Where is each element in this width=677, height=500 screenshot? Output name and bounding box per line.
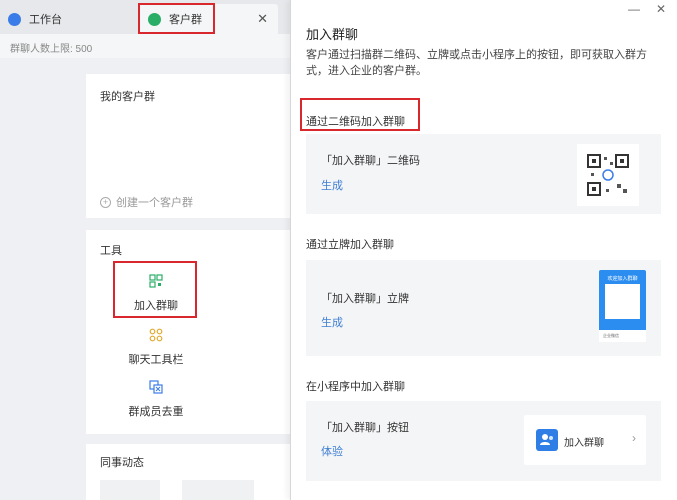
tab-close-icon[interactable]: ✕ (257, 12, 268, 25)
workbench-icon (8, 12, 21, 26)
qr-code-icon (587, 154, 629, 196)
tool-dedupe-members[interactable]: 群成员去重 (116, 380, 196, 419)
miniprogram-button-preview: 加入群聊 › (524, 415, 646, 465)
section-miniprogram-title: 在小程序中加入群聊 (306, 381, 405, 393)
tab-workbench[interactable]: 工作台 (8, 4, 62, 34)
standee-option-card: 「加入群聊」立牌 生成 欢迎加入群聊 企业微信 (306, 260, 661, 356)
qr-generate-link[interactable]: 生成 (321, 177, 343, 193)
qr-option-name: 「加入群聊」二维码 (321, 155, 420, 167)
chevron-right-icon: › (632, 431, 636, 445)
dedupe-icon (149, 380, 163, 394)
close-icon[interactable]: ✕ (656, 2, 666, 16)
colleague-feed-card: 同事动态 (86, 444, 290, 500)
miniprogram-button-label: 加入群聊 (564, 438, 604, 449)
colleague-feed-title: 同事动态 (100, 457, 144, 469)
qr-code-preview (577, 144, 639, 206)
standee-footer: 企业微信 (599, 330, 646, 342)
standee-heading: 欢迎加入群聊 (607, 276, 638, 282)
my-groups-card: 我的客户群 + 创建一个客户群 (86, 74, 290, 218)
plus-circle-icon: + (100, 196, 111, 208)
standee-qr-icon (605, 284, 640, 319)
panel-description: 客户通过扫描群二维码、立牌或点击小程序上的按钮，即可获取入群方式，进入企业的客户… (306, 49, 647, 77)
standee-preview: 欢迎加入群聊 企业微信 (599, 270, 646, 342)
minimize-icon[interactable]: — (628, 2, 640, 16)
join-group-panel: — ✕ 加入群聊 客户通过扫描群二维码、立牌或点击小程序上的按钮，即可获取入群方… (290, 0, 677, 500)
standee-generate-link[interactable]: 生成 (321, 314, 343, 330)
miniprogram-option-name: 「加入群聊」按钮 (321, 422, 409, 434)
tools-title: 工具 (100, 245, 122, 257)
toolbar-icon (149, 328, 163, 342)
miniprogram-option-card: 「加入群聊」按钮 体验 加入群聊 › (306, 401, 661, 481)
highlight-box-tool (113, 261, 197, 318)
group-limit-text: 群聊人数上限: 500 (0, 34, 290, 58)
create-group-button[interactable]: + 创建一个客户群 (100, 194, 193, 210)
panel-title: 加入群聊 (306, 27, 359, 42)
section-standee-title: 通过立牌加入群聊 (306, 239, 394, 251)
standee-option-name: 「加入群聊」立牌 (321, 293, 409, 305)
tool-chat-toolbar-label: 聊天工具栏 (128, 354, 184, 366)
tool-chat-toolbar[interactable]: 聊天工具栏 (116, 328, 196, 367)
highlight-box-section (300, 98, 420, 131)
feed-placeholder (182, 480, 254, 500)
my-groups-title: 我的客户群 (100, 91, 155, 103)
miniprogram-try-link[interactable]: 体验 (321, 443, 343, 459)
qr-option-card: 「加入群聊」二维码 生成 (306, 134, 661, 214)
feed-placeholder (100, 480, 160, 500)
tab-workbench-label: 工作台 (29, 14, 62, 26)
create-group-label: 创建一个客户群 (116, 197, 193, 209)
highlight-box-tab (138, 3, 215, 34)
group-members-icon (536, 429, 558, 451)
tool-dedupe-members-label: 群成员去重 (128, 406, 184, 418)
